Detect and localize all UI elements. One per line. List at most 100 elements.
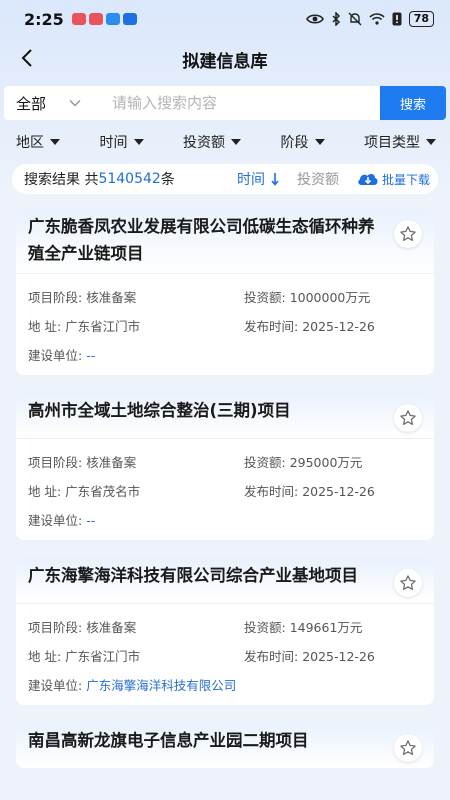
screen: 2:25 78 拟建信息库 全部 搜索 [0, 0, 450, 800]
address-label: 地 址: [28, 319, 62, 334]
filter-row: 地区 时间 投资额 阶段 项目类型 [0, 132, 450, 152]
filter-stage[interactable]: 阶段 [281, 132, 325, 152]
filter-label: 投资额 [183, 135, 225, 151]
invest-field: 投资额: 295000万元 [244, 452, 362, 471]
info-row: 地 址: 广东省江门市 发布时间: 2025-12-26 [28, 311, 422, 340]
status-time: 2:25 [24, 9, 64, 29]
filter-label: 时间 [99, 135, 128, 151]
address-value: 广东省茂名市 [65, 484, 141, 499]
chevron-down-icon [69, 99, 81, 107]
publish-field: 发布时间: 2025-12-26 [244, 481, 375, 500]
batch-download-button[interactable]: 批量下载 [357, 171, 430, 188]
sort-by-time[interactable]: 时间 [237, 169, 279, 189]
address-label: 地 址: [28, 484, 62, 499]
eye-icon [305, 14, 324, 24]
stage-field: 项目阶段: 核准备案 [28, 452, 244, 471]
address-value: 广东省江门市 [65, 319, 141, 334]
favorite-button[interactable] [394, 404, 422, 432]
project-card[interactable]: 广东脆香凤农业发展有限公司低碳生态循环种养殖全产业链项目 项目阶段: 核准备案 … [16, 208, 434, 375]
info-row: 项目阶段: 核准备案 投资额: 149661万元 [28, 612, 422, 641]
filter-time[interactable]: 时间 [100, 132, 144, 152]
search-input[interactable] [112, 94, 380, 112]
address-field: 地 址: 广东省江门市 [28, 646, 244, 665]
invest-value: 1000000万元 [289, 290, 371, 305]
project-title: 南昌高新龙旗电子信息产业园二期项目 [28, 731, 309, 750]
info-row: 建设单位: 广东海擎海洋科技有限公司 [28, 670, 422, 699]
stage-value: 核准备案 [86, 620, 137, 635]
card-body: 项目阶段: 核准备案 投资额: 149661万元 地 址: 广东省江门市 发布时… [16, 604, 434, 705]
publish-field: 发布时间: 2025-12-26 [244, 646, 375, 665]
filter-region[interactable]: 地区 [16, 132, 60, 152]
filter-label: 地区 [16, 135, 44, 151]
builder-value: -- [86, 348, 96, 363]
search-button[interactable]: 搜索 [380, 86, 446, 120]
info-row: 地 址: 广东省江门市 发布时间: 2025-12-26 [28, 641, 422, 670]
builder-value: -- [86, 513, 96, 528]
search-row: 全部 搜索 [4, 86, 446, 120]
builder-value[interactable]: 广东海擎海洋科技有限公司 [86, 678, 236, 693]
filter-investment[interactable]: 投资额 [183, 132, 241, 152]
publish-label: 发布时间: [244, 484, 299, 499]
filter-project-type[interactable]: 项目类型 [364, 132, 436, 152]
project-card[interactable]: 广东海擎海洋科技有限公司综合产业基地项目 项目阶段: 核准备案 投资额: 149… [16, 557, 434, 705]
mute-bell-icon [348, 12, 362, 26]
project-title: 广东脆香凤农业发展有限公司低碳生态循环种养殖全产业链项目 [28, 217, 375, 263]
filter-label: 项目类型 [364, 135, 420, 151]
dropdown-triangle-icon [50, 139, 60, 145]
star-icon [400, 575, 416, 590]
address-field: 地 址: 广东省茂名市 [28, 481, 244, 500]
cloud-download-icon [358, 173, 378, 185]
invest-value: 149661万元 [289, 620, 363, 635]
sim-alert-icon [392, 12, 402, 26]
status-bar: 2:25 78 [0, 0, 450, 38]
publish-value: 2025-12-26 [302, 484, 375, 499]
bluetooth-icon [332, 12, 340, 26]
favorite-button[interactable] [394, 220, 422, 248]
wifi-icon [369, 13, 385, 25]
stage-label: 项目阶段: [28, 455, 83, 470]
favorite-button[interactable] [394, 569, 422, 597]
favorite-button[interactable] [394, 734, 422, 762]
card-body: 项目阶段: 核准备案 投资额: 1000000万元 地 址: 广东省江门市 发布… [16, 274, 434, 375]
dropdown-triangle-icon [231, 139, 241, 145]
card-header: 广东脆香凤农业发展有限公司低碳生态循环种养殖全产业链项目 [16, 208, 434, 274]
invest-value: 295000万元 [289, 455, 363, 470]
project-title: 广东海擎海洋科技有限公司综合产业基地项目 [28, 566, 358, 585]
project-card[interactable]: 高州市全域土地综合整治(三期)项目 项目阶段: 核准备案 投资额: 295000… [16, 392, 434, 540]
dropdown-triangle-icon [426, 139, 436, 145]
publish-value: 2025-12-26 [302, 649, 375, 664]
address-label: 地 址: [28, 649, 62, 664]
stage-value: 核准备案 [86, 290, 137, 305]
dropdown-triangle-icon [314, 139, 325, 145]
app-notification-icon [88, 13, 103, 25]
card-body: 项目阶段: 核准备案 投资额: 295000万元 地 址: 广东省茂名市 发布时… [16, 439, 434, 540]
filter-label: 阶段 [280, 135, 309, 151]
battery-indicator: 78 [408, 11, 434, 27]
project-title: 高州市全域土地综合整治(三期)项目 [28, 401, 291, 420]
sort-by-investment[interactable]: 投资额 [297, 169, 339, 189]
card-header: 广东海擎海洋科技有限公司综合产业基地项目 [16, 557, 434, 604]
address-field: 地 址: 广东省江门市 [28, 316, 244, 335]
builder-field: 建设单位: 广东海擎海洋科技有限公司 [28, 675, 236, 694]
info-row: 建设单位: -- [28, 505, 422, 534]
dropdown-triangle-icon [133, 139, 144, 145]
card-header: 南昌高新龙旗电子信息产业园二期项目 [16, 722, 434, 768]
back-arrow-icon[interactable] [16, 46, 40, 70]
publish-field: 发布时间: 2025-12-26 [244, 316, 375, 335]
search-scope-select[interactable]: 全部 [16, 93, 112, 114]
project-list: 广东脆香凤农业发展有限公司低碳生态循环种养殖全产业链项目 项目阶段: 核准备案 … [0, 208, 450, 768]
stage-field: 项目阶段: 核准备案 [28, 287, 244, 306]
publish-label: 发布时间: [244, 649, 299, 664]
app-notification-icon [71, 13, 86, 25]
result-unit: 条 [160, 172, 175, 188]
sort-down-arrow-icon [271, 173, 279, 186]
nav-bar: 拟建信息库 [0, 38, 450, 80]
info-row: 项目阶段: 核准备案 投资额: 295000万元 [28, 447, 422, 476]
card-header: 高州市全域土地综合整治(三期)项目 [16, 392, 434, 439]
notification-icons [71, 13, 137, 25]
project-card[interactable]: 南昌高新龙旗电子信息产业园二期项目 [16, 722, 434, 768]
builder-label: 建设单位: [28, 348, 83, 363]
builder-field: 建设单位: -- [28, 345, 95, 364]
result-count: 5140542 [98, 171, 161, 187]
app-notification-icon [122, 13, 137, 25]
